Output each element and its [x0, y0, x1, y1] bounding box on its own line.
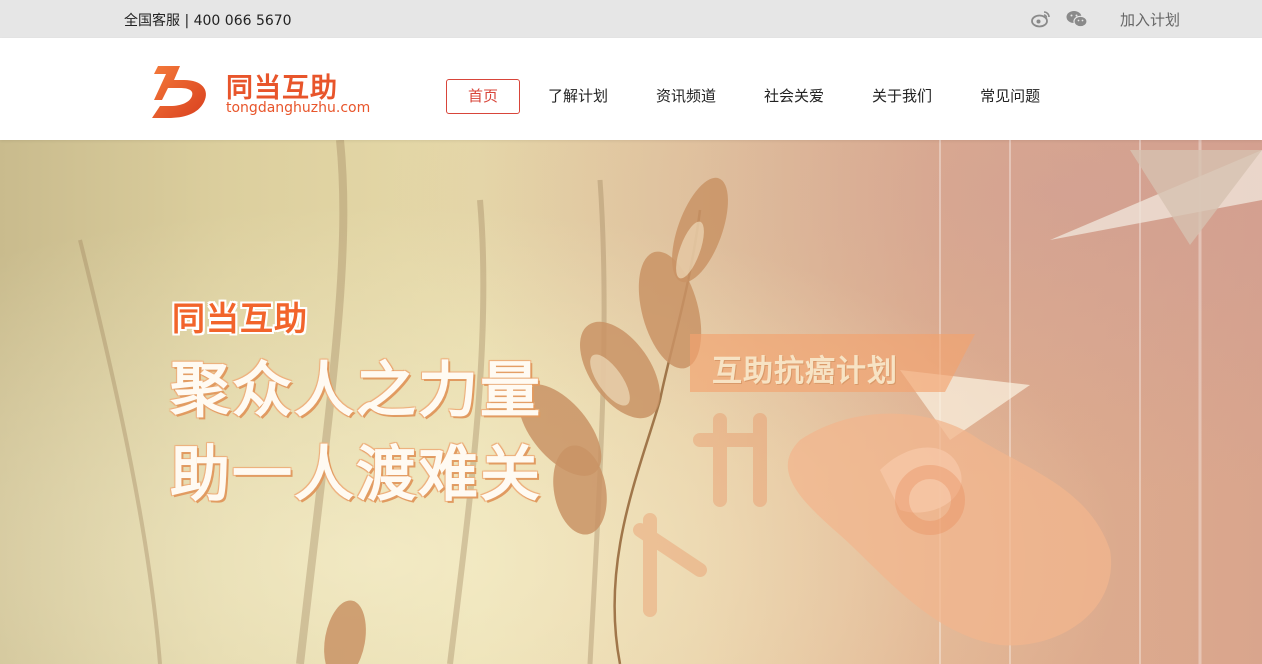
site-logo[interactable]: 同当互助 tongdanghuzhu.com [150, 60, 380, 120]
nav-item-news[interactable]: 资讯频道 [656, 79, 716, 114]
main-nav: 首页 了解计划 资讯频道 社会关爱 关于我们 常见问题 [446, 79, 1040, 114]
customer-service-hotline: 全国客服 | 400 066 5670 [124, 13, 292, 29]
weibo-icon[interactable] [1030, 9, 1052, 29]
site-header: 同当互助 tongdanghuzhu.com 首页 了解计划 资讯频道 社会关爱… [0, 38, 1262, 140]
nav-item-home[interactable]: 首页 [446, 79, 520, 114]
hero-banner[interactable]: 同当互助 聚众人之力量 助一人渡难关 互助抗癌计划 [0, 140, 1262, 664]
join-plan-link[interactable]: 加入计划 [1120, 9, 1180, 30]
banner-slogan-line-2: 助一人渡难关 [170, 440, 542, 510]
banner-slogan-line-1: 聚众人之力量 [170, 356, 542, 426]
nav-item-social-care[interactable]: 社会关爱 [764, 79, 824, 114]
social-icons [1030, 9, 1102, 29]
nav-item-faq[interactable]: 常见问题 [980, 79, 1040, 114]
banner-plan-label: 互助抗癌计划 [712, 354, 898, 389]
top-bar: 全国客服 | 400 066 5670 加入计划 [0, 0, 1262, 38]
wechat-icon[interactable] [1066, 9, 1088, 29]
logo-url: tongdanghuzhu.com [226, 100, 371, 116]
banner-brand-badge: 同当互助 [172, 299, 308, 338]
logo-mark-icon [152, 66, 206, 118]
nav-item-about-plan[interactable]: 了解计划 [548, 79, 608, 114]
nav-item-about-us[interactable]: 关于我们 [872, 79, 932, 114]
